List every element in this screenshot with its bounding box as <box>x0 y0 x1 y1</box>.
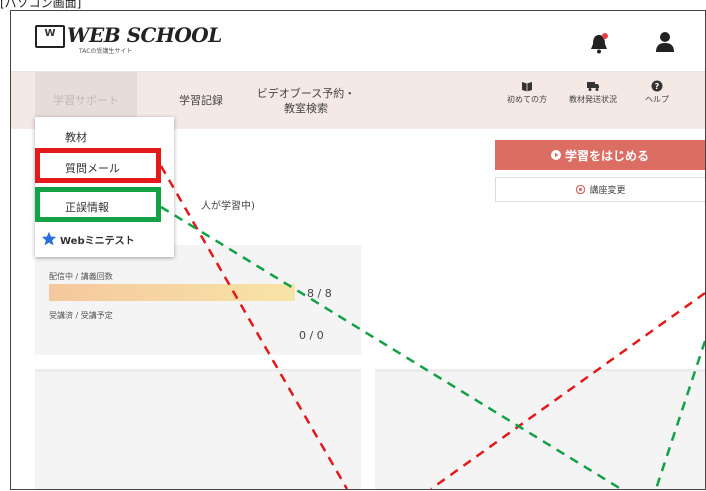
pointer-lines-overlay <box>159 165 705 489</box>
red-dashed-line-b <box>430 291 705 489</box>
green-dashed-line-a <box>160 205 622 489</box>
red-dashed-line-a <box>159 165 349 489</box>
green-dashed-line-b <box>654 340 705 489</box>
page-caption: [パソコン画面] <box>0 0 82 10</box>
screenshot-frame: W WEB SCHOOL TACの受講生サイト 学習サポート 学習記録 ビデオブ… <box>10 10 706 490</box>
